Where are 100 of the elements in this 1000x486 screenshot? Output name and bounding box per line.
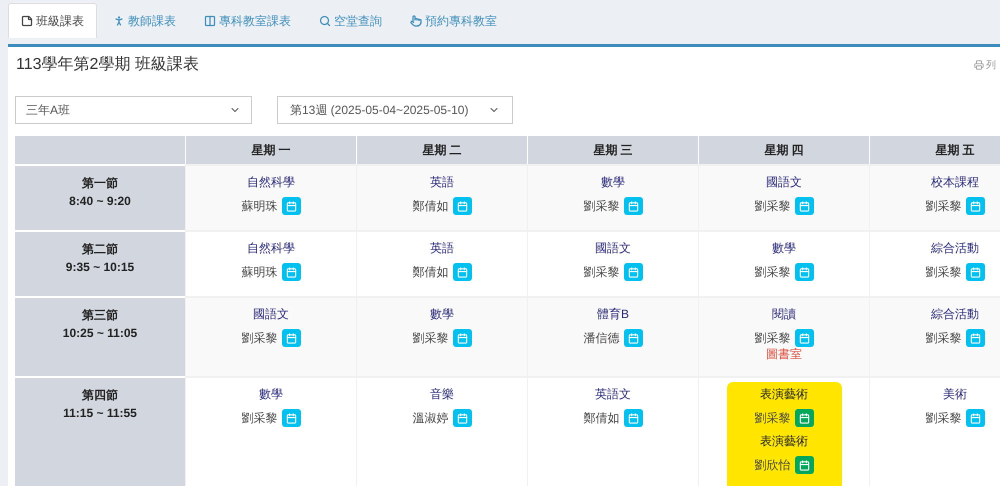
calendar-button[interactable] [282, 197, 300, 215]
day-header: 星期 一 [185, 136, 356, 164]
person-icon [113, 14, 125, 26]
teacher-name: 劉采黎 [242, 330, 278, 347]
teacher-name: 蘇明珠 [242, 264, 278, 281]
teacher-name: 劉采黎 [754, 198, 790, 215]
tab[interactable]: 班級課表 [8, 3, 97, 38]
day-header: 星期 五 [869, 136, 1000, 164]
calendar-button[interactable] [624, 329, 642, 347]
calendar-icon [286, 266, 296, 278]
calendar-icon [798, 200, 810, 212]
tab[interactable]: 空堂查詢 [307, 3, 394, 38]
teacher-name: 鄭倩如 [412, 264, 448, 281]
calendar-icon [628, 412, 638, 424]
subject-name: 綜合活動 [931, 306, 979, 322]
teacher-name: 劉采黎 [754, 330, 790, 347]
subject-name: 校本課程 [931, 174, 979, 190]
calendar-icon [456, 266, 468, 278]
calendar-icon [286, 200, 296, 212]
calendar-icon [286, 412, 296, 424]
calendar-button[interactable] [966, 197, 984, 215]
period-time: 8:40 ~ 9:20 [69, 193, 131, 210]
calendar-button[interactable] [282, 409, 300, 427]
period-name: 第三節 [82, 307, 118, 324]
teacher-name: 劉采黎 [926, 264, 962, 281]
teacher-name: 劉欣怡 [754, 457, 790, 474]
subject-name: 國語文 [253, 306, 289, 322]
teacher-name: 蘇明珠 [242, 198, 278, 215]
calendar-icon [628, 200, 638, 212]
tab[interactable]: 預約專科教室 [398, 3, 509, 38]
subject-name: 國語文 [766, 174, 802, 190]
calendar-icon [628, 266, 638, 278]
subject-name: 自然科學 [247, 174, 295, 190]
calendar-button[interactable] [966, 409, 984, 427]
calendar-icon [970, 412, 980, 424]
calendar-button[interactable] [452, 197, 472, 215]
calendar-button[interactable] [794, 456, 814, 474]
calendar-icon [970, 200, 980, 212]
search-icon [319, 14, 331, 26]
print-link[interactable]: 列 [974, 58, 996, 72]
teacher-name: 劉采黎 [584, 198, 620, 215]
calendar-button[interactable] [794, 329, 814, 347]
day-header: 星期 三 [527, 136, 698, 164]
calendar-icon [970, 266, 980, 278]
calendar-icon [456, 200, 468, 212]
subject-name: 國語文 [595, 240, 631, 256]
calendar-icon [798, 266, 810, 278]
calendar-icon [970, 332, 980, 344]
period-time: 10:25 ~ 11:05 [62, 325, 138, 342]
teacher-name: 劉采黎 [242, 410, 278, 427]
calendar-button[interactable] [282, 263, 300, 281]
calendar-icon [798, 412, 810, 424]
subject-name: 數學 [430, 306, 454, 322]
tab[interactable]: 教師課表 [101, 3, 188, 38]
subject-name: 數學 [772, 240, 796, 256]
calendar-icon [798, 332, 810, 344]
calendar-button[interactable] [452, 263, 472, 281]
calendar-button[interactable] [624, 197, 642, 215]
subject-name: 英語 [430, 240, 454, 256]
pointing-hand-icon [410, 14, 422, 26]
subject-name: 音樂 [430, 386, 454, 402]
calendar-icon [628, 332, 638, 344]
day-header: 星期 四 [698, 136, 869, 164]
calendar-button[interactable] [624, 263, 642, 281]
subject-name: 表演藝術 [760, 386, 808, 402]
page-title: 113學年第2學期 班級課表 [16, 54, 199, 75]
subject-name: 美術 [943, 386, 967, 402]
calendar-icon [286, 332, 296, 344]
calendar-icon [456, 412, 468, 424]
calendar-button[interactable] [452, 329, 472, 347]
teacher-name: 劉采黎 [412, 330, 448, 347]
calendar-button[interactable] [624, 409, 642, 427]
period-name: 第四節 [82, 387, 118, 404]
teacher-name: 潘信德 [584, 330, 620, 347]
subject-name: 綜合活動 [931, 240, 979, 256]
calendar-icon [798, 460, 810, 470]
period-name: 第二節 [82, 241, 118, 258]
teacher-name: 溫淑婷 [412, 410, 448, 427]
calendar-button[interactable] [794, 263, 814, 281]
calendar-button[interactable] [794, 197, 814, 215]
teacher-name: 劉采黎 [926, 330, 962, 347]
subject-name: 自然科學 [247, 240, 295, 256]
class-select[interactable]: 三年A班 [15, 96, 252, 124]
teacher-name: 劉采黎 [584, 264, 620, 281]
calendar-icon [456, 332, 468, 344]
week-select[interactable]: 第13週 (2025-05-04~2025-05-10) [277, 96, 513, 124]
tab[interactable]: 專科教室課表 [192, 3, 303, 38]
calendar-button[interactable] [452, 409, 472, 427]
subject-name: 閱讀 [772, 306, 796, 322]
subject-name: 英語文 [595, 386, 631, 402]
period-name: 第一節 [82, 175, 118, 192]
period-time: 9:35 ~ 10:15 [66, 259, 134, 276]
calendar-button[interactable] [794, 409, 814, 427]
teacher-name: 劉采黎 [926, 198, 962, 215]
room-name: 圖書室 [766, 347, 802, 361]
calendar-button[interactable] [966, 263, 984, 281]
day-header: 星期 二 [356, 136, 527, 164]
calendar-button[interactable] [282, 329, 300, 347]
columns-icon [204, 14, 216, 26]
calendar-button[interactable] [966, 329, 984, 347]
